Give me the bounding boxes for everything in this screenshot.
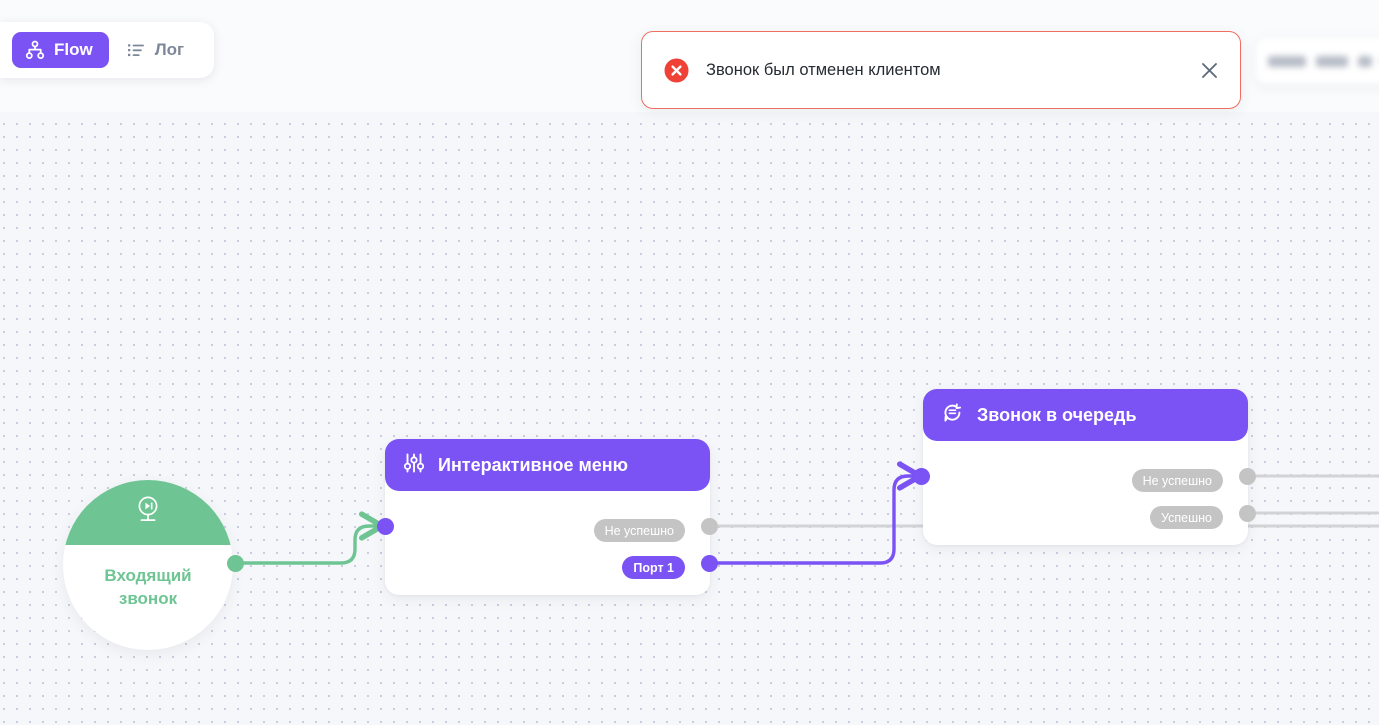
sitemap-icon — [25, 40, 45, 60]
obscured-toolbar-item — [1357, 55, 1373, 67]
tab-log[interactable]: Лог — [113, 32, 200, 68]
node-interactive-menu-header: Интерактивное меню — [385, 439, 710, 491]
view-tab-bar: Flow Лог — [0, 22, 215, 78]
node-incoming-call[interactable]: Входящий звонок — [63, 480, 233, 650]
node-interactive-menu[interactable]: Интерактивное меню Не успешно Порт 1 — [385, 439, 710, 595]
list-icon — [126, 40, 146, 60]
obscured-toolbar-item — [1268, 55, 1307, 67]
tab-flow-label: Flow — [54, 40, 93, 59]
obscured-toolbar-item — [1316, 55, 1348, 67]
node-call-queue-header: Звонок в очередь — [923, 389, 1248, 441]
error-circle-icon — [664, 58, 689, 83]
call-start-icon — [131, 493, 165, 532]
node-interactive-menu-body: Не успешно Порт 1 — [385, 492, 710, 594]
port-out-ivr-port1[interactable] — [701, 555, 718, 572]
tab-log-label: Лог — [154, 40, 185, 59]
node-call-queue-body: Не успешно Успешно — [923, 442, 1248, 544]
port-out-start[interactable] — [227, 555, 244, 572]
port-ivr-port1-label[interactable]: Порт 1 — [622, 556, 685, 579]
port-in-interactive-menu[interactable] — [377, 518, 394, 535]
port-queue-success-label[interactable]: Успешно — [1150, 506, 1223, 529]
node-incoming-call-title: Входящий звонок — [63, 564, 233, 610]
queue-bubble-icon — [941, 401, 964, 429]
node-interactive-menu-title: Интерактивное меню — [438, 454, 629, 475]
port-queue-fail-label[interactable]: Не успешно — [1131, 469, 1223, 492]
obscured-toolbar[interactable] — [1256, 38, 1379, 84]
flow-editor: Входящий звонок Интерактивное меню Не ус… — [0, 0, 1379, 725]
port-in-call-queue[interactable] — [913, 468, 930, 485]
node-call-queue-title: Звонок в очередь — [977, 404, 1137, 425]
port-out-queue-success[interactable] — [1239, 505, 1256, 522]
node-call-queue[interactable]: Звонок в очередь Не успешно Успешно — [923, 389, 1248, 545]
error-toast: Звонок был отменен клиентом — [641, 31, 1241, 109]
port-out-queue-fail[interactable] — [1239, 468, 1256, 485]
title-line-2: звонок — [118, 589, 178, 608]
error-toast-message: Звонок был отменен клиентом — [706, 60, 941, 79]
port-ivr-fail-label[interactable]: Не успешно — [593, 519, 685, 542]
node-incoming-call-header — [63, 480, 233, 545]
sliders-icon — [403, 452, 425, 479]
port-out-ivr-fail[interactable] — [701, 518, 718, 535]
title-line-1: Входящий — [104, 566, 192, 585]
tab-flow[interactable]: Flow — [12, 32, 109, 68]
close-icon[interactable] — [1196, 57, 1222, 83]
